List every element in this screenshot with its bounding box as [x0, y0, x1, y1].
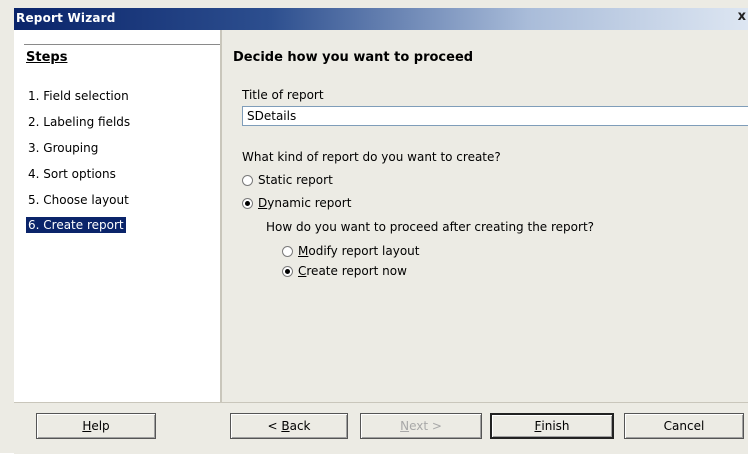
finish-button[interactable]: Finish [490, 413, 614, 439]
report-kind-question: What kind of report do you want to creat… [242, 150, 501, 164]
back-button[interactable]: < Back [230, 413, 348, 439]
dynamic-report-label: Dynamic report [258, 196, 352, 210]
modify-layout-radio[interactable]: Modify report layout [282, 244, 420, 258]
radio-icon [242, 174, 253, 186]
step-choose-layout[interactable]: 5. Choose layout [26, 192, 131, 208]
button-bar: Help < Back Next > Finish Cancel [14, 402, 748, 454]
dynamic-report-radio[interactable]: Dynamic report [242, 196, 351, 210]
proceed-question: How do you want to proceed after creatin… [266, 220, 595, 234]
radio-selected-icon [282, 265, 293, 277]
title-bar: Report Wizard x [14, 8, 748, 30]
report-title-input[interactable]: SDetails [242, 106, 748, 126]
create-now-radio[interactable]: Create report now [282, 264, 407, 278]
static-report-radio[interactable]: Static report [242, 173, 333, 187]
close-icon[interactable]: x [738, 9, 746, 24]
steps-header: Steps [26, 50, 68, 65]
step-field-selection[interactable]: 1. Field selection [26, 88, 131, 104]
content-title: Decide how you want to proceed [233, 50, 474, 65]
window-title: Report Wizard [16, 11, 116, 25]
step-sort-options[interactable]: 4. Sort options [26, 166, 118, 182]
step-labeling-fields[interactable]: 2. Labeling fields [26, 114, 132, 130]
content-panel: Decide how you want to proceed Title of … [222, 30, 748, 402]
create-now-label: Create report now [298, 264, 407, 278]
report-wizard-window: Report Wizard x Steps 1. Field selection… [0, 0, 748, 454]
static-report-label: Static report [258, 173, 333, 187]
report-title-label: Title of report [242, 88, 324, 102]
help-button[interactable]: Help [36, 413, 156, 439]
next-button[interactable]: Next > [360, 413, 482, 439]
modify-layout-label: Modify report layout [298, 244, 420, 258]
step-create-report[interactable]: 6. Create report [26, 217, 126, 233]
radio-selected-icon [242, 197, 253, 209]
radio-icon [282, 245, 293, 257]
report-title-value: SDetails [247, 109, 297, 123]
cancel-button[interactable]: Cancel [624, 413, 744, 439]
steps-panel: Steps 1. Field selection 2. Labeling fie… [14, 30, 222, 402]
steps-divider [24, 44, 220, 45]
step-grouping[interactable]: 3. Grouping [26, 140, 100, 156]
